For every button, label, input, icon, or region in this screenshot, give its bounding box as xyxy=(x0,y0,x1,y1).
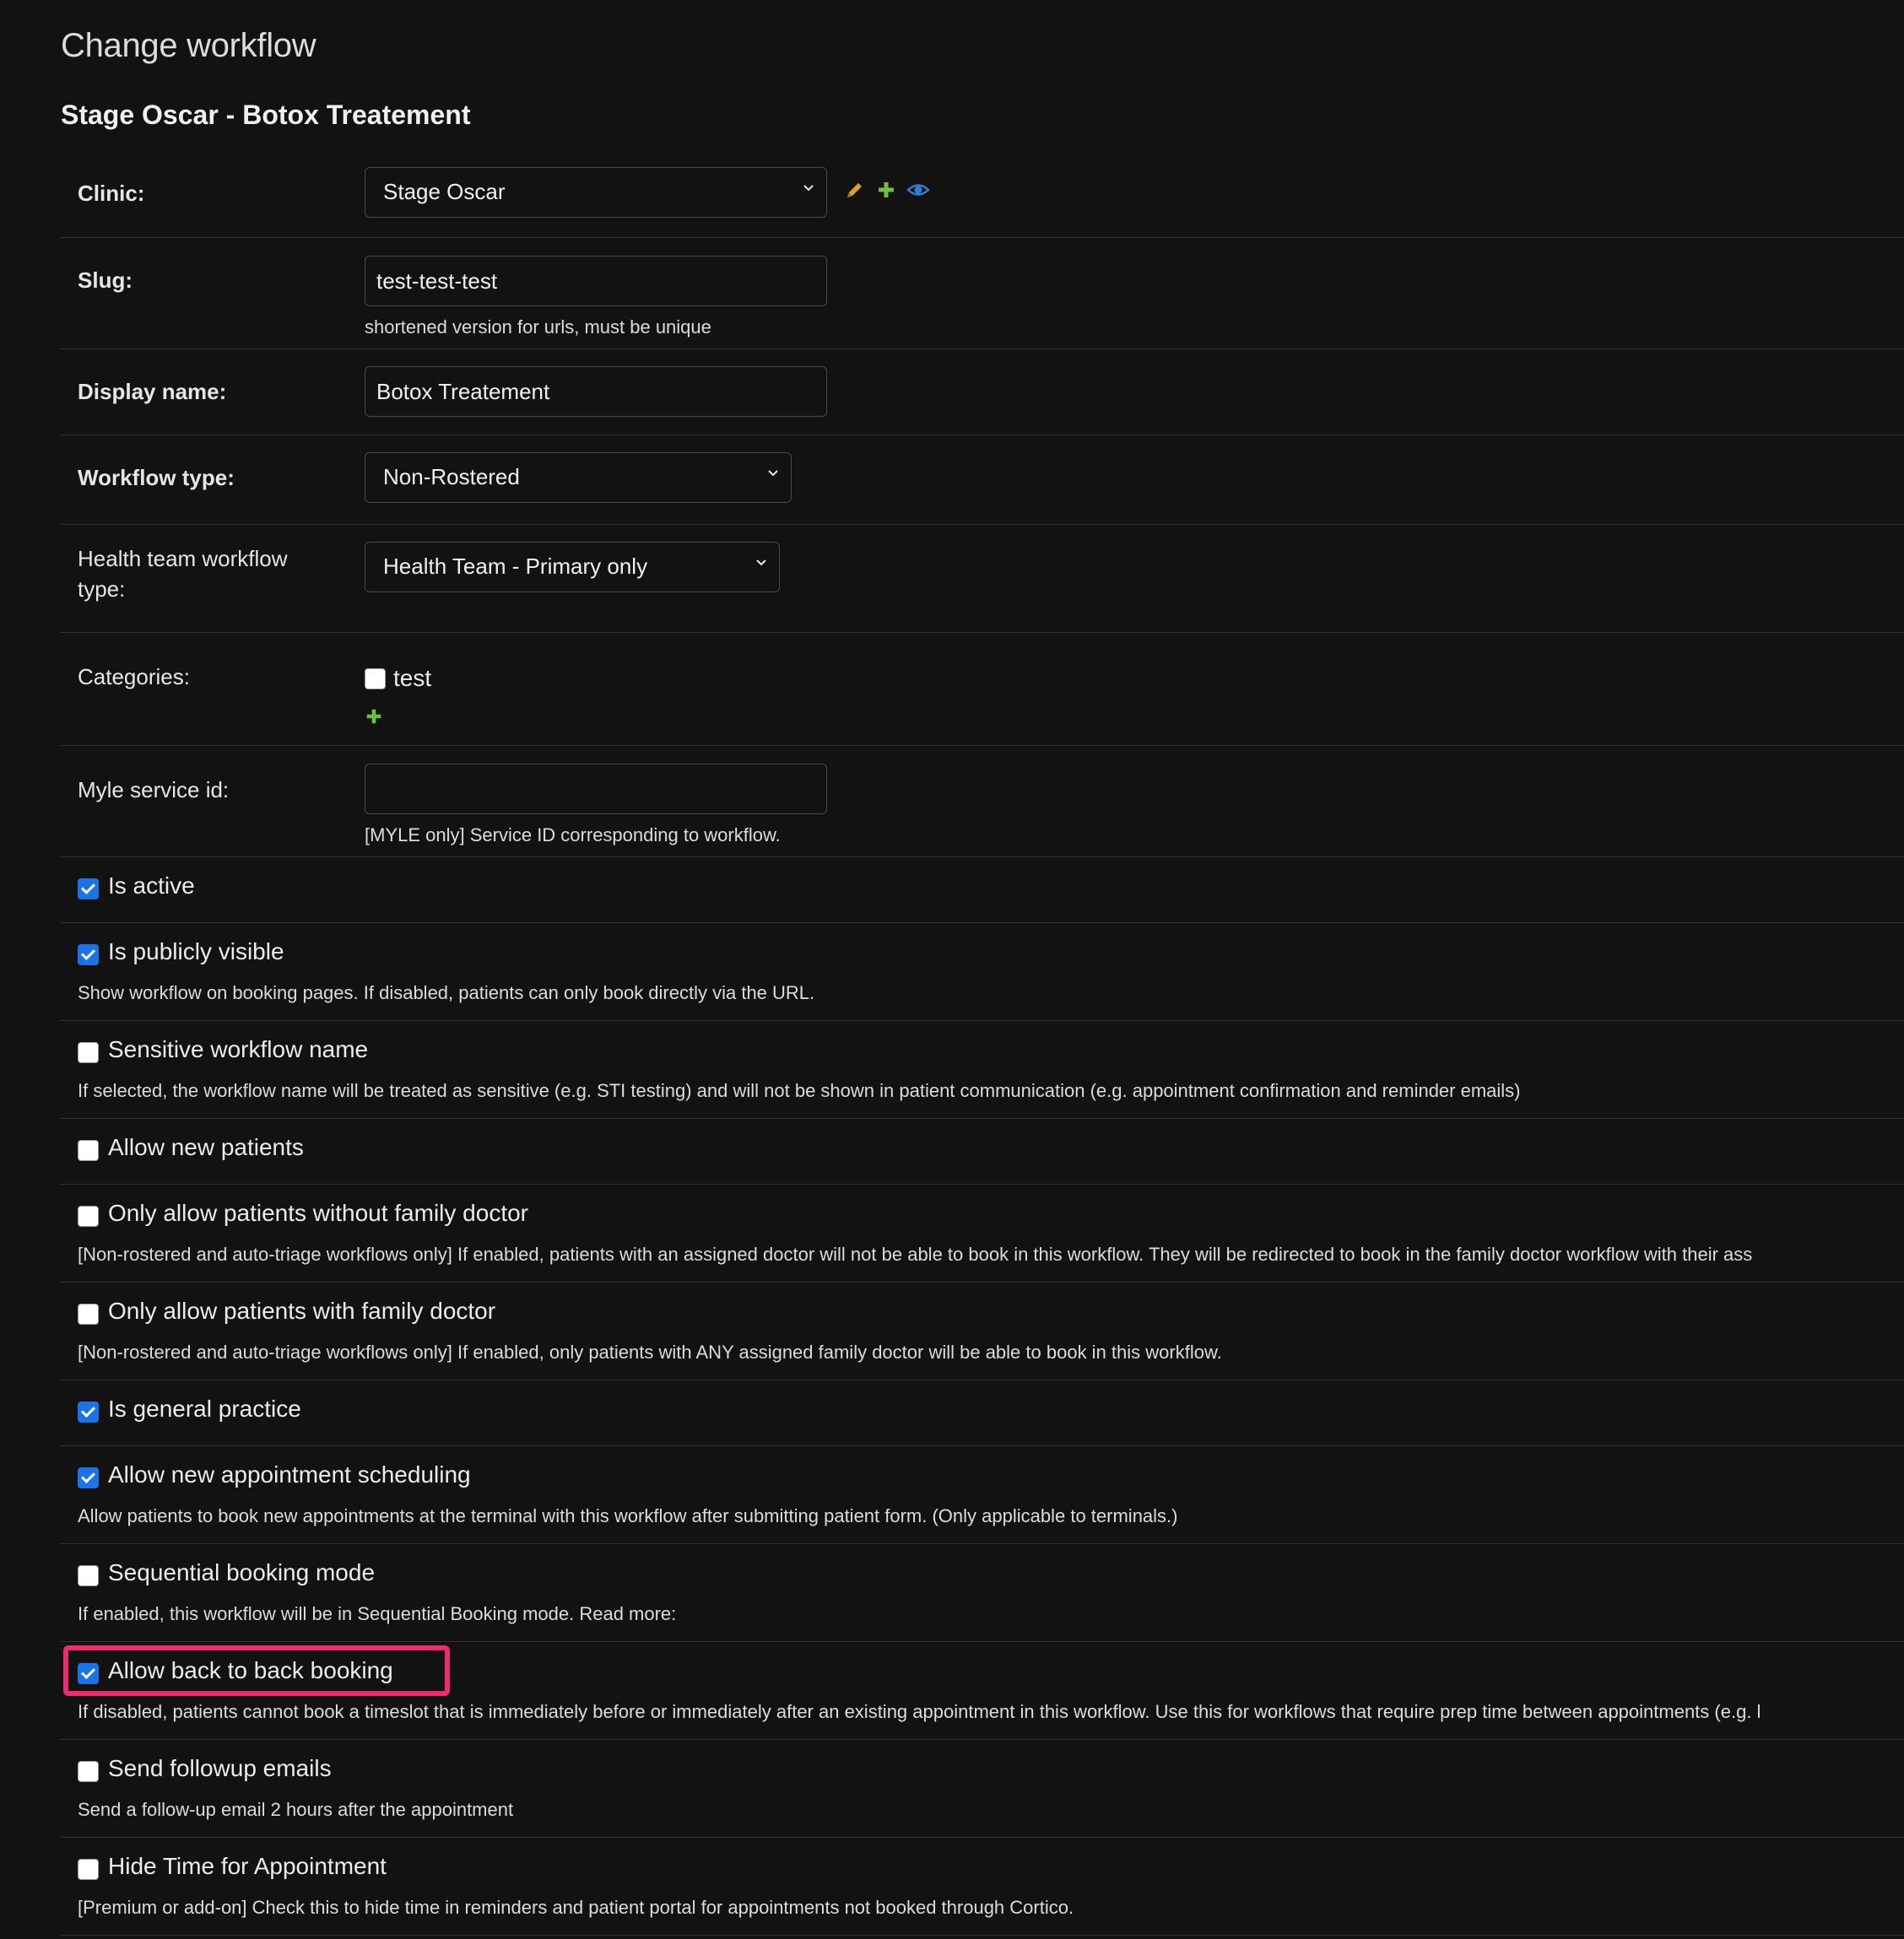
plus-icon[interactable] xyxy=(876,180,896,200)
is-general-practice-label: Is general practice xyxy=(108,1396,301,1422)
sequential-booking-checkbox[interactable] xyxy=(78,1564,99,1586)
new-appointment-scheduling-row: Allow new appointment scheduling Allow p… xyxy=(61,1446,1904,1544)
sensitive-workflow-name-checkbox[interactable] xyxy=(78,1041,99,1063)
followup-emails-row: Send followup emails Send a follow-up em… xyxy=(61,1740,1904,1838)
eye-icon[interactable] xyxy=(906,180,930,200)
sequential-booking-label: Sequential booking mode xyxy=(108,1559,376,1585)
slug-label: Slug: xyxy=(78,267,133,293)
with-family-doctor-help: [Non-rostered and auto-triage workflows … xyxy=(78,1342,1222,1363)
hide-time-row: Hide Time for Appointment [Premium or ad… xyxy=(61,1838,1904,1936)
display-name-row: Display name: xyxy=(61,349,1904,435)
is-publicly-visible-label: Is publicly visible xyxy=(108,938,284,964)
new-appointment-scheduling-help: Allow patients to book new appointments … xyxy=(78,1505,1178,1526)
back-to-back-booking-checkbox[interactable] xyxy=(78,1662,99,1684)
health-team-type-select-value: Health Team - Primary only xyxy=(383,554,648,579)
slug-help: shortened version for urls, must be uniq… xyxy=(365,316,711,338)
back-to-back-booking-label: Allow back to back booking xyxy=(108,1657,393,1683)
is-general-practice-row: Is general practice xyxy=(61,1380,1904,1446)
categories-row: Categories: test xyxy=(61,633,1904,746)
is-publicly-visible-row: Is publicly visible Show workflow on boo… xyxy=(61,923,1904,1021)
new-appointment-scheduling-checkbox[interactable] xyxy=(78,1466,99,1488)
followup-emails-checkbox[interactable] xyxy=(78,1760,99,1782)
without-family-doctor-row: Only allow patients without family docto… xyxy=(61,1185,1904,1283)
workflow-type-label: Workflow type: xyxy=(78,465,235,490)
is-publicly-visible-checkbox[interactable] xyxy=(78,943,99,965)
health-team-type-row: Health team workflow type: Health Team -… xyxy=(61,525,1904,633)
plus-icon[interactable] xyxy=(365,707,383,726)
clinic-select-value: Stage Oscar xyxy=(383,179,506,204)
workflow-type-select-value: Non-Rostered xyxy=(383,464,520,489)
is-publicly-visible-help: Show workflow on booking pages. If disab… xyxy=(78,982,815,1003)
clinic-label: Clinic: xyxy=(78,181,145,206)
pencil-icon[interactable] xyxy=(844,179,866,201)
allow-new-patients-row: Allow new patients xyxy=(61,1119,1904,1185)
page-title: Change workflow xyxy=(61,27,316,64)
chevron-down-icon xyxy=(803,185,814,192)
without-family-doctor-help: [Non-rostered and auto-triage workflows … xyxy=(78,1244,1753,1265)
category-test-label: test xyxy=(393,665,432,691)
hide-time-label: Hide Time for Appointment xyxy=(108,1853,387,1879)
back-to-back-booking-help: If disabled, patients cannot book a time… xyxy=(78,1701,1761,1722)
with-family-doctor-row: Only allow patients with family doctor [… xyxy=(61,1283,1904,1380)
followup-emails-label: Send followup emails xyxy=(108,1755,332,1781)
myle-service-id-input[interactable] xyxy=(365,764,827,814)
health-team-type-label: Health team workflow type: xyxy=(78,546,288,602)
chevron-down-icon xyxy=(756,559,766,566)
new-appointment-scheduling-label: Allow new appointment scheduling xyxy=(108,1461,471,1488)
hide-time-help: [Premium or add-on] Check this to hide t… xyxy=(78,1897,1074,1918)
slug-row: Slug: shortened version for urls, must b… xyxy=(61,238,1904,349)
sensitive-workflow-name-label: Sensitive workflow name xyxy=(108,1036,369,1062)
myle-service-id-label: Myle service id: xyxy=(78,777,230,802)
clinic-row: Clinic: Stage Oscar xyxy=(61,154,1904,238)
with-family-doctor-label: Only allow patients with family doctor xyxy=(108,1298,496,1324)
back-to-back-booking-row: Allow back to back booking If disabled, … xyxy=(61,1642,1904,1740)
chevron-down-icon xyxy=(768,470,778,477)
allow-new-patients-checkbox[interactable] xyxy=(78,1139,99,1161)
object-title: Stage Oscar - Botox Treatement xyxy=(61,100,471,130)
sensitive-workflow-name-row: Sensitive workflow name If selected, the… xyxy=(61,1021,1904,1119)
display-name-input[interactable] xyxy=(365,366,827,417)
is-active-label: Is active xyxy=(108,872,195,899)
slug-input[interactable] xyxy=(365,256,827,306)
workflow-type-select[interactable]: Non-Rostered xyxy=(365,452,792,503)
sequential-booking-help: If enabled, this workflow will be in Seq… xyxy=(78,1603,677,1624)
is-general-practice-checkbox[interactable] xyxy=(78,1401,99,1423)
without-family-doctor-label: Only allow patients without family docto… xyxy=(108,1200,528,1226)
categories-label: Categories: xyxy=(78,664,190,689)
followup-emails-help: Send a follow-up email 2 hours after the… xyxy=(78,1799,514,1820)
clinic-select[interactable]: Stage Oscar xyxy=(365,167,827,218)
allow-new-patients-label: Allow new patients xyxy=(108,1134,304,1160)
is-active-row: Is active xyxy=(61,857,1904,923)
sensitive-workflow-name-help: If selected, the workflow name will be t… xyxy=(78,1080,1521,1101)
is-active-checkbox[interactable] xyxy=(78,878,99,899)
without-family-doctor-checkbox[interactable] xyxy=(78,1205,99,1227)
sequential-booking-row: Sequential booking mode If enabled, this… xyxy=(61,1544,1904,1642)
hide-time-checkbox[interactable] xyxy=(78,1858,99,1880)
with-family-doctor-checkbox[interactable] xyxy=(78,1303,99,1325)
category-test-checkbox[interactable] xyxy=(365,667,386,689)
workflow-type-row: Workflow type: Non-Rostered xyxy=(61,435,1904,525)
health-team-type-select[interactable]: Health Team - Primary only xyxy=(365,542,780,592)
myle-service-id-help: [MYLE only] Service ID corresponding to … xyxy=(365,824,781,845)
myle-service-id-row: Myle service id: [MYLE only] Service ID … xyxy=(61,746,1904,857)
workflow-form: Clinic: Stage Oscar Slug: shortened vers… xyxy=(61,154,1904,1936)
display-name-label: Display name: xyxy=(78,379,227,404)
